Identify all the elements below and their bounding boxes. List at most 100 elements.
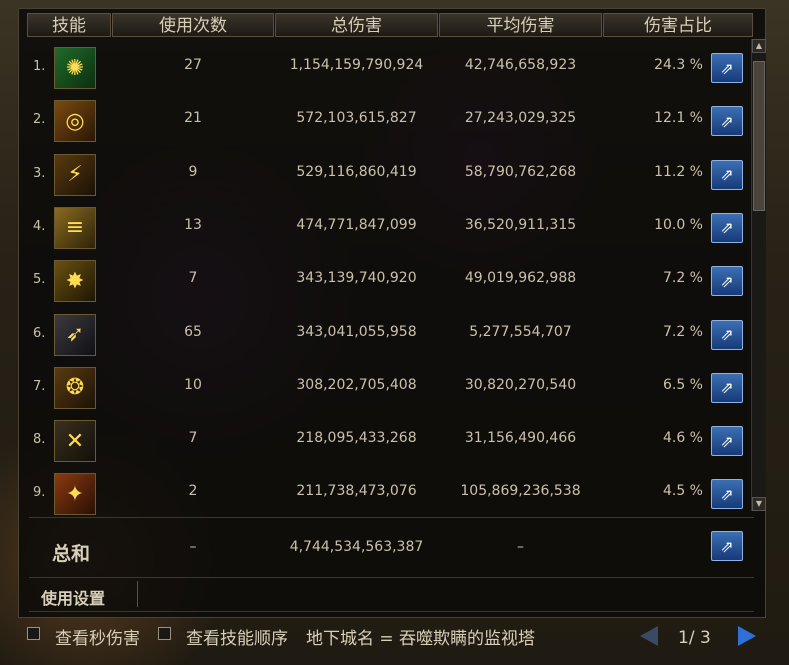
skill-row: 4. ≡ 13 474,771,847,099 36,520,911,315 10.0 %… [19,201,749,254]
scrollbar[interactable]: ▲ ▼ [751,39,766,511]
row-share-button[interactable]: ⇗ [711,53,743,83]
summary-average-damage: – [517,539,524,555]
row-share-button[interactable]: ⇗ [711,319,743,350]
row-total-damage: 308,202,705,408 [296,376,417,393]
share-icon: ⇗ [720,218,734,238]
row-rank: 8. [33,432,46,448]
skill-row: 2. ◎ 21 572,103,615,827 27,243,029,325 12.1 %… [19,94,749,147]
share-icon: ⇗ [720,58,734,78]
burst-wave-icon: ≡ [54,206,96,249]
header-damage-share: 伤害占比 [603,13,753,37]
skill-row: 5. ✸ 7 343,139,740,920 49,019,962,988 7.2 % ⇗ [19,254,749,307]
row-damage-share: 6.5 % [662,376,703,393]
summary-uses: – [189,539,197,555]
row-share-button[interactable]: ⇗ [711,479,743,510]
share-icon: ⇗ [720,536,734,556]
row-rank: 9. [33,485,46,501]
row-rank: 1. [33,59,46,74]
row-rank: 7. [33,378,46,394]
row-average-damage: 36,520,911,315 [464,216,577,233]
share-icon: ⇗ [720,165,734,185]
row-damage-share: 4.6 % [662,430,703,447]
row-uses: 10 [184,376,202,393]
row-average-damage: 31,156,490,466 [464,430,577,447]
row-uses: 2 [188,483,198,500]
header-skill: 技能 [27,13,111,37]
skill-row: 3. ⚡ 9 529,116,860,419 58,790,762,268 11.2 % ⇗ [19,148,749,201]
summary-label: 总和 [52,543,91,565]
page-prev-arrow[interactable] [640,626,658,646]
row-share-button[interactable]: ⇗ [711,212,743,243]
page-next-arrow[interactable] [738,626,756,646]
row-average-damage: 27,243,029,325 [464,110,577,127]
per-second-damage-label: 查看秒伤害 [55,629,140,649]
explosion-icon: ✸ [54,260,96,303]
row-uses: 65 [184,323,202,340]
share-icon: ⇗ [720,484,734,504]
row-uses: 21 [184,110,202,127]
row-rank: 6. [33,325,46,341]
scroll-thumb[interactable] [753,61,765,211]
fire-blade-icon: ✦ [54,473,96,516]
row-total-damage: 343,041,055,958 [296,323,417,340]
share-icon: ⇗ [720,111,734,131]
row-average-damage: 49,019,962,988 [464,270,577,287]
row-total-damage: 474,771,847,099 [296,216,417,233]
summary-divider [29,517,754,518]
row-uses: 27 [184,57,202,73]
share-icon: ⇗ [720,431,734,451]
row-rank: 4. [33,218,46,234]
row-total-damage: 1,154,159,790,924 [289,57,424,73]
row-damage-share: 24.3 % [654,57,703,73]
row-total-damage: 529,116,860,419 [296,163,417,180]
settings-divider [29,577,754,578]
skill-row: 1. ✺ 27 1,154,159,790,924 42,746,658,923 24.3… [19,41,749,94]
damage-stats-panel: 技能 使用次数 总伤害 平均伤害 伤害占比 1. ✺ 27 1,154,159,790… [18,8,766,618]
row-damage-share: 7.2 % [662,323,703,340]
row-damage-share: 7.2 % [662,270,703,287]
share-icon: ⇗ [720,271,734,291]
row-total-damage: 211,738,473,076 [296,483,417,500]
scroll-up-button[interactable]: ▲ [752,39,766,53]
summary-share-button[interactable]: ⇗ [711,531,743,561]
spiral-icon: ❂ [54,366,96,409]
row-average-damage: 30,820,270,540 [464,376,577,393]
row-damage-share: 12.1 % [654,110,703,127]
row-uses: 13 [184,216,202,233]
skill-row: 9. ✦ 2 211,738,473,076 105,869,236,538 4.5 % ⇗ [19,467,749,520]
header-uses: 使用次数 [112,13,274,37]
row-share-button[interactable]: ⇗ [711,372,743,403]
row-uses: 9 [188,163,198,180]
settings-tab-divider [137,581,138,607]
summary-total-damage: 4,744,534,563,387 [289,539,424,555]
row-share-button[interactable]: ⇗ [711,426,743,457]
skill-order-checkbox[interactable] [158,627,171,640]
row-average-damage: 5,277,554,707 [469,323,572,340]
row-total-damage: 572,103,615,827 [296,110,417,127]
row-damage-share: 4.5 % [662,483,703,500]
row-share-button[interactable]: ⇗ [711,266,743,297]
row-damage-share: 11.2 % [654,163,703,180]
dungeon-name: 地下城名 = 吞噬欺瞒的监视塔 [306,629,536,649]
row-total-damage: 343,139,740,920 [296,270,417,287]
scroll-down-button[interactable]: ▼ [752,497,766,511]
row-share-button[interactable]: ⇗ [711,106,743,137]
skill-row: 7. ❂ 10 308,202,705,408 30,820,270,540 6.5 % ⇗ [19,361,749,414]
barrage-icon: ⚡ [54,153,96,196]
dash-strike-icon: ➶ [54,313,96,356]
row-average-damage: 105,869,236,538 [460,483,581,500]
row-uses: 7 [188,430,198,447]
row-rank: 2. [33,112,46,128]
panel-bottom-divider [29,611,754,612]
settings-tab[interactable]: 使用设置 [41,585,105,609]
skill-row: 8. ✕ 7 218,095,433,268 31,156,490,466 4.6 % ⇗ [19,414,749,467]
skill-row: 6. ➶ 65 343,041,055,958 5,277,554,707 7.2 % ⇗ [19,308,749,361]
row-damage-share: 10.0 % [654,216,703,233]
green-rune-icon: ✺ [54,47,96,89]
header-average-damage: 平均伤害 [439,13,602,37]
skill-order-label: 查看技能顺序 [186,629,288,649]
per-second-damage-checkbox[interactable] [27,627,40,640]
row-share-button[interactable]: ⇗ [711,159,743,190]
spin-slash-icon: ◎ [54,100,96,143]
row-rank: 3. [33,165,46,181]
